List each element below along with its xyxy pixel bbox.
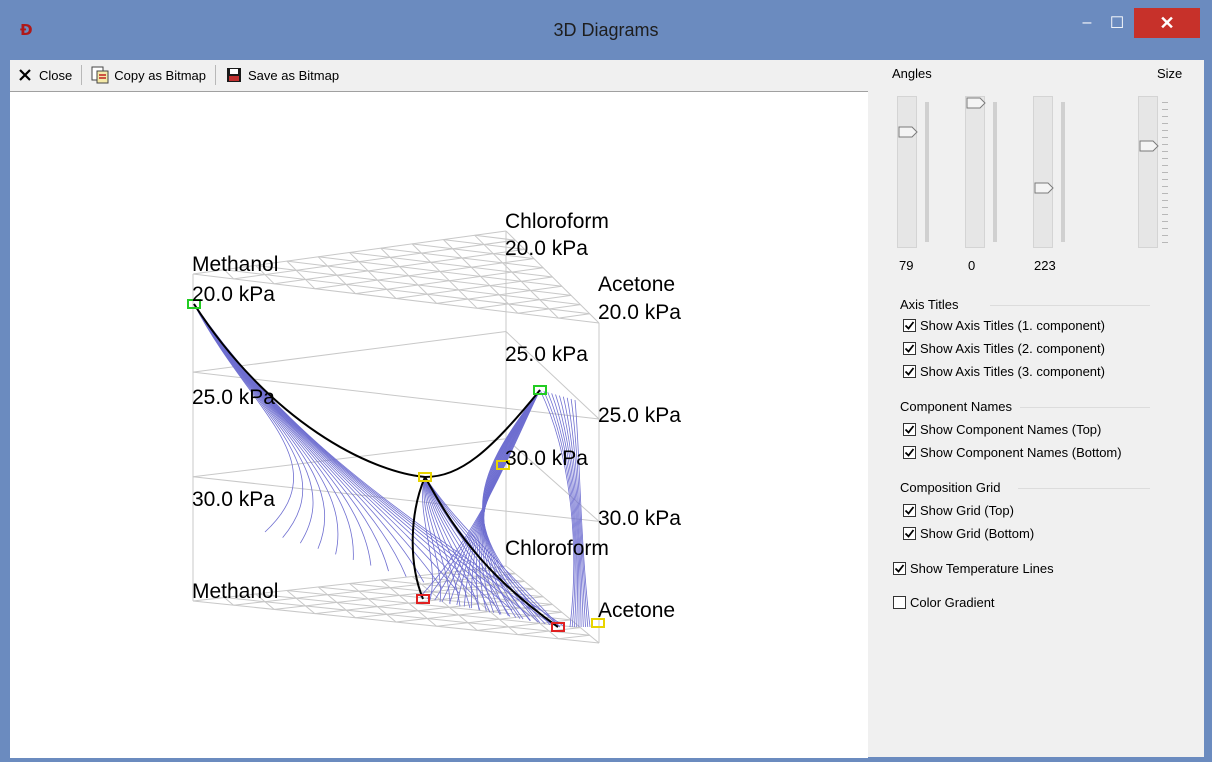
axis-label-left-25: 25.0 kPa: [192, 386, 275, 409]
angle-slider-1-rail: [925, 102, 929, 242]
checkbox-temperature-lines[interactable]: Show Temperature Lines: [893, 561, 1054, 576]
axis-label-right-20: 20.0 kPa: [598, 301, 681, 324]
checkbox-component-names-bottom[interactable]: Show Component Names (Bottom): [903, 445, 1122, 460]
close-button[interactable]: Close: [10, 62, 78, 88]
group-divider: [990, 305, 1150, 306]
ternary-3d-diagram: [187, 230, 605, 644]
angles-label: Angles: [892, 66, 932, 81]
axis-label-left-30: 30.0 kPa: [192, 488, 275, 511]
minimize-button[interactable]: –: [1072, 8, 1102, 38]
window: Đ 3D Diagrams – ☐ ✕ Close Copy as Bitmap…: [0, 0, 1212, 762]
checkbox-box: [903, 504, 916, 517]
angle-slider-2-thumb[interactable]: [966, 97, 986, 109]
temperature-curve: [193, 303, 325, 549]
client-area: Close Copy as Bitmap Save as Bitmap Meth…: [10, 60, 1204, 758]
group-divider: [1018, 488, 1150, 489]
checkbox-label: Show Axis Titles (2. component): [920, 341, 1105, 356]
checkbox-box: [903, 365, 916, 378]
toolbar-separator: [215, 65, 217, 85]
size-slider-thumb[interactable]: [1139, 140, 1159, 152]
top-label-chloroform: Chloroform: [505, 210, 609, 233]
checkbox-label: Color Gradient: [910, 595, 995, 610]
save-bitmap-label: Save as Bitmap: [248, 67, 340, 83]
bottom-label-chloroform: Chloroform: [505, 537, 609, 560]
axis-label-back-30: 30.0 kPa: [505, 447, 588, 470]
group-divider: [1020, 407, 1150, 408]
checkbox-label: Show Grid (Bottom): [920, 526, 1035, 541]
angle-slider-3-rail: [1061, 102, 1065, 242]
angle-slider-3-thumb[interactable]: [1034, 182, 1054, 194]
window-close-button[interactable]: ✕: [1134, 8, 1200, 38]
angle-value-2: 0: [968, 258, 976, 273]
checkbox-label: Show Grid (Top): [920, 503, 1014, 518]
maximize-button[interactable]: ☐: [1102, 8, 1132, 38]
angle-slider-2-rail: [993, 102, 997, 242]
bottom-label-acetone: Acetone: [598, 599, 676, 622]
top-label-acetone: Acetone: [598, 273, 676, 296]
axis-label-back-25: 25.0 kPa: [505, 343, 588, 366]
checkbox-box: [893, 596, 906, 609]
checkbox-label: Show Temperature Lines: [910, 561, 1054, 576]
axis-label-right-25: 25.0 kPa: [598, 404, 681, 427]
checkbox-label: Show Component Names (Top): [920, 422, 1102, 437]
checkbox-box: [903, 423, 916, 436]
checkbox-label: Show Axis Titles (1. component): [920, 318, 1105, 333]
toolbar-separator: [81, 65, 83, 85]
axis-titles-header: Axis Titles: [900, 297, 959, 312]
bottom-label-methanol: Methanol: [192, 580, 279, 603]
angle-slider-3[interactable]: [1033, 96, 1053, 248]
checkbox-axis-titles-1[interactable]: Show Axis Titles (1. component): [903, 318, 1105, 333]
checkbox-label: Show Axis Titles (3. component): [920, 364, 1105, 379]
settings-panel: Angles Size 79 0 223 Axis Titles Show Ax…: [870, 60, 1204, 757]
angle-value-1: 79: [899, 258, 914, 273]
checkbox-grid-bottom[interactable]: Show Grid (Bottom): [903, 526, 1034, 541]
composition-grid-line: [286, 590, 316, 614]
checkbox-label: Show Component Names (Bottom): [920, 445, 1122, 460]
close-button-label: Close: [39, 67, 73, 83]
angle-slider-1-thumb[interactable]: [898, 126, 918, 138]
checkbox-box: [903, 527, 916, 540]
composition-grid-line: [255, 264, 581, 306]
axis-label-left-20: 20.0 kPa: [192, 283, 275, 306]
composition-grid-line: [274, 248, 525, 285]
window-title: 3D Diagrams: [553, 20, 659, 40]
copy-bitmap-icon: [91, 66, 109, 84]
top-label-methanol: Methanol: [192, 253, 279, 276]
angle-slider-1[interactable]: [897, 96, 917, 248]
checkbox-color-gradient[interactable]: Color Gradient: [893, 595, 995, 610]
temperature-curve: [463, 389, 541, 607]
component-names-header: Component Names: [900, 399, 1012, 414]
angle-value-3: 223: [1034, 258, 1056, 273]
composition-grid-header: Composition Grid: [900, 480, 1001, 495]
angle-slider-2[interactable]: [965, 96, 985, 248]
composition-grid-line: [286, 260, 316, 290]
size-slider-ticks: [1162, 102, 1168, 244]
checkbox-box: [903, 319, 916, 332]
composition-grid-line: [558, 313, 590, 319]
toolbar: Close Copy as Bitmap Save as Bitmap: [10, 60, 870, 90]
axis-label-right-30: 30.0 kPa: [598, 507, 681, 530]
temperature-curve: [193, 303, 495, 605]
floppy-disk-icon: [225, 66, 243, 84]
axis-label-back-20: 20.0 kPa: [505, 237, 588, 260]
size-slider[interactable]: [1138, 96, 1158, 248]
diagram-canvas[interactable]: Methanol Chloroform Acetone 20.0 kPa 25.…: [10, 91, 868, 758]
checkbox-axis-titles-3[interactable]: Show Axis Titles (3. component): [903, 364, 1105, 379]
checkbox-box: [903, 446, 916, 459]
copy-bitmap-button[interactable]: Copy as Bitmap: [85, 62, 212, 88]
composition-grid-line: [558, 634, 590, 640]
checkbox-component-names-top[interactable]: Show Component Names (Top): [903, 422, 1101, 437]
save-bitmap-button[interactable]: Save as Bitmap: [219, 62, 345, 88]
title-bar[interactable]: Đ 3D Diagrams – ☐ ✕: [0, 0, 1212, 60]
checkbox-box: [893, 562, 906, 575]
temperature-curve: [193, 303, 478, 600]
size-label: Size: [1157, 66, 1183, 81]
checkbox-box: [903, 342, 916, 355]
composition-grid-line: [395, 276, 553, 299]
copy-bitmap-label: Copy as Bitmap: [114, 67, 207, 83]
checkbox-grid-top[interactable]: Show Grid (Top): [903, 503, 1014, 518]
checkbox-axis-titles-2[interactable]: Show Axis Titles (2. component): [903, 341, 1105, 356]
x-icon: [16, 66, 34, 84]
